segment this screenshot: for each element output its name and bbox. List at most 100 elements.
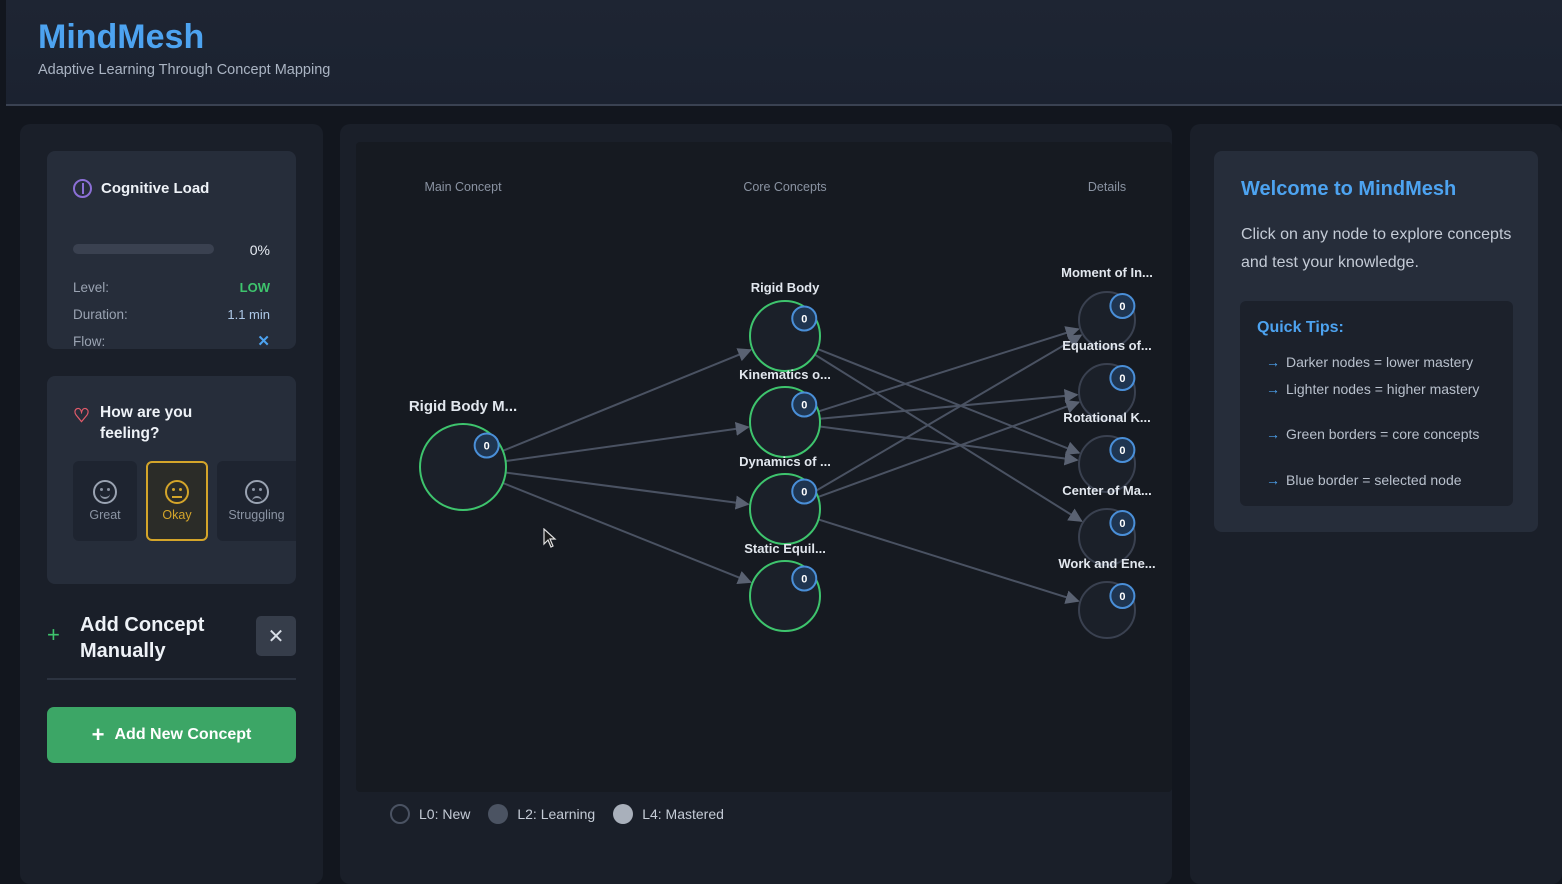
concept-node-c3[interactable]: 0	[749, 473, 821, 545]
mood-label: Okay	[162, 508, 192, 522]
concept-node-main[interactable]: 0	[419, 423, 507, 511]
node-label-d5: Work and Ene...	[1058, 556, 1156, 571]
cognitive-load-bar	[73, 244, 214, 254]
tip-item: → Lighter nodes = higher mastery	[1266, 380, 1506, 398]
duration-row: Duration: 1.1 min	[73, 305, 270, 323]
plus-icon: +	[91, 722, 105, 747]
duration-value: 1.1 min	[227, 306, 270, 322]
quick-tips-box: Quick Tips: → Darker nodes = lower master…	[1240, 301, 1513, 506]
add-new-concept-label: Add New Concept	[114, 726, 252, 743]
mastery-badge-text: 0	[801, 487, 807, 499]
welcome-text: Click on any node to explore concepts an…	[1241, 226, 1512, 271]
node-label-c4: Static Equil...	[744, 541, 826, 556]
legend-item-learning: L2: Learning	[488, 804, 595, 824]
legend-label: L0: New	[419, 806, 471, 822]
cognitive-load-header: Cognitive Load	[73, 179, 209, 198]
happy-face-icon	[93, 480, 117, 504]
duration-label: Duration:	[73, 306, 128, 322]
tip-text: Darker nodes = lower mastery	[1286, 354, 1474, 370]
concept-node-d5[interactable]: 0	[1078, 581, 1136, 639]
left-sidebar: Cognitive Load 0% Level: LOW Duration: 1…	[20, 124, 323, 884]
mouse-cursor-icon	[543, 528, 557, 548]
tip-item: → Darker nodes = lower mastery	[1266, 353, 1506, 371]
legend-swatch	[390, 804, 410, 824]
arrow-right-icon: →	[1266, 354, 1280, 370]
concept-map-panel: 0 0 0 0 0 0 0 0 0 0 Main Concept Core Concepts De…	[340, 124, 1172, 884]
cognitive-load-title: Cognitive Load	[101, 180, 210, 197]
add-concept-manually-title: Add Concept Manually	[80, 614, 205, 662]
add-concept-manually-section: + Add Concept Manually ✕	[47, 612, 296, 680]
tip-text: Green borders = core concepts	[1286, 426, 1480, 442]
welcome-card: Welcome to MindMesh Click on any node to…	[1214, 151, 1538, 532]
level-value: LOW	[239, 279, 270, 295]
tip-text: Blue border = selected node	[1286, 472, 1462, 488]
edge-c3-d2	[817, 399, 1081, 498]
edge-main-c1	[502, 348, 753, 452]
node-label-d3: Rotational K...	[1063, 410, 1151, 425]
app-title: MindMesh	[38, 18, 205, 56]
legend-item-mastered: L4: Mastered	[613, 804, 724, 824]
legend-label: L2: Learning	[517, 806, 596, 822]
tip-item: → Green borders = core concepts	[1266, 425, 1506, 443]
arrow-right-icon: →	[1266, 472, 1280, 488]
mastery-badge-text: 0	[1119, 373, 1125, 385]
edge-c2-d3	[819, 425, 1079, 466]
cognitive-load-card: Cognitive Load 0% Level: LOW Duration: 1…	[47, 151, 296, 350]
legend-swatch	[613, 804, 634, 824]
edge-c3-d5	[818, 518, 1080, 604]
mood-struggling-button[interactable]: Struggling	[217, 461, 296, 541]
app-header: MindMesh Adaptive Learning Through Conce…	[6, 0, 1562, 106]
sad-face-icon	[244, 480, 269, 504]
arrow-right-icon: →	[1266, 426, 1280, 442]
mastery-badge-text: 0	[1119, 591, 1125, 603]
feeling-card: ♡ How are you feeling? Great Okay Strugg…	[47, 376, 296, 584]
legend-label: L4: Mastered	[642, 806, 724, 822]
edge-main-c2	[505, 421, 750, 463]
mastery-badge-text: 0	[801, 574, 807, 586]
plus-icon: +	[47, 622, 60, 647]
add-new-concept-button[interactable]: + Add New Concept	[47, 707, 296, 763]
app-subtitle: Adaptive Learning Through Concept Mappin…	[38, 62, 331, 78]
mood-great-button[interactable]: Great	[73, 461, 137, 541]
concept-node-c2[interactable]: 0	[749, 386, 821, 458]
tip-text: Lighter nodes = higher mastery	[1286, 381, 1480, 397]
mastery-legend: L0: New L2: Learning L4: Mastered	[390, 804, 724, 824]
node-label-d1: Moment of In...	[1061, 265, 1153, 280]
quick-tips-title: Quick Tips:	[1257, 319, 1344, 336]
flow-value: ✕	[257, 333, 270, 350]
concept-map-canvas[interactable]: 0 0 0 0 0 0 0 0 0 0 Main Concept Core Concepts De…	[356, 142, 1172, 792]
node-label-c1: Rigid Body	[750, 280, 820, 295]
column-label-main: Main Concept	[424, 180, 502, 194]
level-row: Level: LOW	[73, 278, 270, 296]
arrow-right-icon: →	[1266, 381, 1280, 397]
node-label-c2: Kinematics o...	[739, 367, 831, 382]
cognitive-load-percent: 0%	[249, 242, 270, 258]
column-label-core: Core Concepts	[743, 180, 827, 194]
mastery-badge-text: 0	[801, 314, 807, 326]
node-label-main: Rigid Body M...	[408, 398, 518, 415]
flow-row: Flow: ✕	[73, 332, 270, 350]
flow-label: Flow:	[73, 333, 106, 349]
right-sidebar: Welcome to MindMesh Click on any node to…	[1190, 124, 1562, 884]
tip-item: → Blue border = selected node	[1266, 471, 1506, 489]
legend-item-new: L0: New	[390, 804, 470, 824]
close-button[interactable]: ✕	[256, 616, 296, 656]
welcome-title: Welcome to MindMesh	[1241, 178, 1457, 200]
mastery-badge-text: 0	[801, 400, 807, 412]
mood-label: Struggling	[228, 508, 285, 522]
column-label-details: Details	[1087, 180, 1127, 194]
brain-icon	[73, 179, 92, 198]
mastery-badge-text: 0	[1119, 301, 1125, 313]
neutral-face-icon	[165, 480, 189, 504]
feeling-header: ♡ How are you feeling?	[73, 402, 220, 444]
mood-okay-button[interactable]: Okay	[146, 461, 208, 541]
edge-main-c4	[502, 482, 752, 585]
mastery-badge-text: 0	[484, 441, 490, 453]
node-label-d2: Equations of...	[1062, 338, 1152, 353]
node-label-c3: Dynamics of ...	[739, 454, 831, 469]
feeling-title: How are you feeling?	[100, 404, 193, 442]
concept-node-c4[interactable]: 0	[749, 560, 821, 632]
concept-node-c1[interactable]: 0	[749, 300, 821, 372]
node-label-d4: Center of Ma...	[1062, 483, 1152, 498]
mastery-badge-text: 0	[1119, 518, 1125, 530]
